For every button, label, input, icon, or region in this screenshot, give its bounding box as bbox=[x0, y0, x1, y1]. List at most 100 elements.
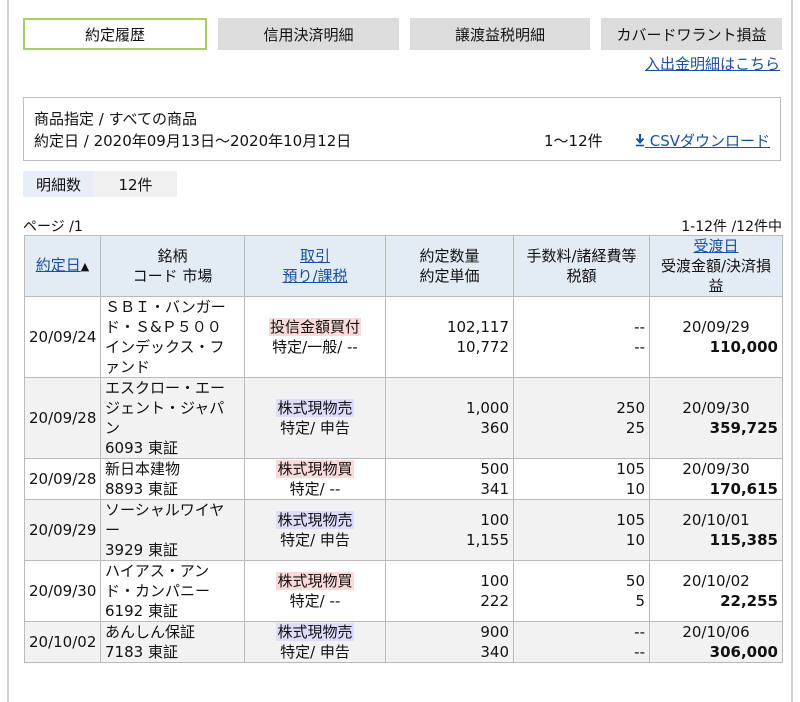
table-row: 20/09/28 エスクロー・エー ジェント・ジャパン 6093 東証 株式現物売 特定/… bbox=[24, 377, 783, 459]
header-unit-price: 約定単価 bbox=[419, 267, 480, 285]
range-indicator: 1-12件 /12件中 bbox=[681, 219, 782, 235]
settlement-amount-value: 115,385 bbox=[709, 531, 778, 549]
unit-price-value: 341 bbox=[480, 480, 509, 498]
security-name-line: ド・カンパニー bbox=[105, 582, 211, 600]
detail-count-label: 明細数 bbox=[23, 171, 94, 197]
settlement-cell: 20/10/01 115,385 bbox=[649, 499, 783, 561]
trade-date-cell: 20/10/02 bbox=[24, 621, 101, 663]
fee-tax-cell: 105 10 bbox=[513, 499, 650, 561]
trade-date-cell: 20/09/28 bbox=[24, 458, 101, 500]
trade-type-cell: 投信金額買付 特定/一般/ -- bbox=[244, 296, 386, 378]
security-name-line: あんしん保証 bbox=[105, 623, 196, 641]
tab-trade-history[interactable]: 約定履歴 bbox=[23, 18, 207, 50]
security-name-line: ー bbox=[105, 521, 121, 539]
trade-type-cell: 株式現物買 特定/ -- bbox=[244, 560, 386, 622]
product-filter-text: 商品指定 / すべての商品 bbox=[34, 110, 197, 128]
sort-by-settlement-date-link[interactable]: 受渡日 bbox=[693, 237, 738, 255]
quantity-price-cell: 100 222 bbox=[385, 560, 514, 622]
settlement-amount-value: 306,000 bbox=[709, 643, 778, 661]
trade-type-badge: 株式現物売 bbox=[276, 511, 354, 529]
trade-date-cell: 20/09/28 bbox=[24, 377, 101, 459]
detail-count-value: 12件 bbox=[94, 171, 177, 197]
trade-type-badge: 株式現物買 bbox=[276, 460, 354, 478]
fee-tax-cell: -- -- bbox=[513, 621, 650, 663]
settlement-date-value: 20/09/29 bbox=[682, 318, 750, 336]
settlement-amount-value: 170,615 bbox=[709, 480, 778, 498]
security-name-line: ＳＢＩ・バンガー bbox=[105, 298, 226, 316]
fee-tax-cell: 50 5 bbox=[513, 560, 650, 622]
settlement-date-value: 20/10/06 bbox=[682, 623, 750, 641]
tax-value: -- bbox=[634, 338, 645, 356]
security-cell: 新日本建物 8893 東証 bbox=[100, 458, 245, 500]
unit-price-value: 360 bbox=[480, 419, 509, 437]
security-code-market: 7183 東証 bbox=[105, 643, 178, 661]
header-fee-tax: 手数料/諸経費等 税額 bbox=[513, 235, 650, 297]
quantity-value: 100 bbox=[480, 511, 509, 529]
settlement-date-value: 20/10/02 bbox=[682, 572, 750, 590]
header-trade-date[interactable]: 約定日▲ bbox=[24, 235, 101, 297]
security-cell: ＳＢＩ・バンガー ド・Ｓ&Ｐ５００ インデックス・フ ァンド bbox=[100, 296, 245, 378]
fee-tax-cell: 250 25 bbox=[513, 377, 650, 459]
security-cell: あんしん保証 7183 東証 bbox=[100, 621, 245, 663]
header-tax: 税額 bbox=[566, 267, 597, 285]
sort-by-trade-link[interactable]: 取引 bbox=[300, 247, 330, 265]
settlement-amount-value: 110,000 bbox=[709, 338, 778, 356]
tab-margin-settlement[interactable]: 信用決済明細 bbox=[218, 18, 399, 50]
header-settlement-amount: 受渡金額/決済損益 bbox=[660, 257, 772, 295]
settlement-cell: 20/09/29 110,000 bbox=[649, 296, 783, 378]
quantity-price-cell: 100 1,155 bbox=[385, 499, 514, 561]
detail-count-summary: 明細数 12件 bbox=[23, 171, 177, 197]
unit-price-value: 222 bbox=[480, 592, 509, 610]
deposit-withdrawal-link[interactable]: 入出金明細はこちら bbox=[645, 53, 780, 74]
header-security: 銘柄 コード 市場 bbox=[100, 235, 245, 297]
account-tax-type: 特定/ 申告 bbox=[280, 419, 350, 437]
unit-price-value: 10,772 bbox=[456, 338, 510, 356]
page-frame-right bbox=[791, 0, 793, 702]
trade-type-cell: 株式現物売特定/ 申告 bbox=[244, 499, 386, 561]
tax-value: 10 bbox=[625, 480, 645, 498]
header-security-name: 銘柄 bbox=[157, 247, 188, 265]
fee-value: -- bbox=[634, 318, 645, 336]
fee-value: 105 bbox=[616, 511, 645, 529]
security-name-line: ソーシャルワイヤ bbox=[105, 501, 225, 519]
quantity-value: 900 bbox=[480, 623, 509, 641]
page-frame-left bbox=[7, 0, 9, 702]
account-tax-type: 特定/ 申告 bbox=[280, 531, 350, 549]
trade-date-cell: 20/09/30 bbox=[24, 560, 101, 622]
table-row: 20/10/02 あんしん保証 7183 東証 株式現物売 特定/ 申告 900 340 --… bbox=[24, 621, 783, 663]
quantity-value: 500 bbox=[480, 460, 509, 478]
header-quantity: 約定数量 bbox=[419, 247, 480, 265]
trade-date-cell: 20/09/24 bbox=[24, 296, 101, 378]
security-cell: エスクロー・エー ジェント・ジャパン 6093 東証 bbox=[100, 377, 245, 459]
settlement-amount-value: 359,725 bbox=[709, 419, 778, 437]
settlement-cell: 20/09/30 170,615 bbox=[649, 458, 783, 500]
table-header-row: 約定日▲ 銘柄 コード 市場 取引 預り/課税 約定数量 約定単価 手数料/諸経… bbox=[24, 235, 783, 297]
header-settlement: 受渡日 受渡金額/決済損益 bbox=[649, 235, 783, 297]
settlement-date-value: 20/09/30 bbox=[682, 460, 750, 478]
security-name-line: ァンド bbox=[105, 358, 151, 376]
tax-value: 25 bbox=[625, 419, 645, 437]
settlement-date-value: 20/09/30 bbox=[682, 399, 750, 417]
header-code-market: コード 市場 bbox=[132, 267, 213, 285]
trade-type-badge: 株式現物買 bbox=[276, 572, 354, 590]
tab-bar: 約定履歴 信用決済明細 譲渡益税明細 カバードワラント損益 bbox=[23, 18, 782, 50]
tab-covered-warrant[interactable]: カバードワラント損益 bbox=[601, 18, 782, 50]
security-cell: ソーシャルワイヤー 3929 東証 bbox=[100, 499, 245, 561]
fee-value: 105 bbox=[616, 460, 645, 478]
security-name-line: ハイアス・アン bbox=[105, 562, 210, 580]
trade-date-cell: 20/09/29 bbox=[24, 499, 101, 561]
fee-value: 250 bbox=[616, 399, 645, 417]
sort-by-trade-date-link[interactable]: 約定日 bbox=[36, 256, 81, 274]
csv-download-label: CSVダウンロード bbox=[649, 132, 770, 150]
settlement-cell: 20/09/30 359,725 bbox=[649, 377, 783, 459]
csv-download-link[interactable]: CSVダウンロード bbox=[635, 130, 770, 151]
settlement-amount-value: 22,255 bbox=[720, 592, 778, 610]
tax-value: -- bbox=[634, 643, 645, 661]
trade-type-badge: 投信金額買付 bbox=[268, 318, 361, 336]
table-row: 20/09/28 新日本建物 8893 東証 株式現物買 特定/ -- 500 341 105… bbox=[24, 458, 783, 500]
quantity-price-cell: 102,117 10,772 bbox=[385, 296, 514, 378]
tab-capital-gains-tax[interactable]: 譲渡益税明細 bbox=[410, 18, 590, 50]
quantity-price-cell: 1,000 360 bbox=[385, 377, 514, 459]
unit-price-value: 340 bbox=[480, 643, 509, 661]
sort-by-account-link[interactable]: 預り/課税 bbox=[282, 267, 347, 285]
